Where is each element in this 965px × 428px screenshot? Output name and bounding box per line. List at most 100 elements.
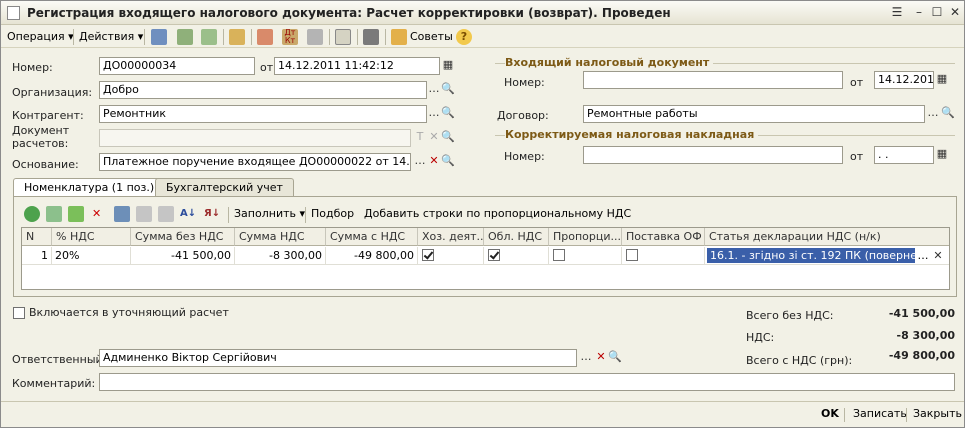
help-icon[interactable]: ?: [456, 29, 472, 45]
cell-proportional[interactable]: [549, 247, 622, 265]
cell-vat-rate[interactable]: 20%: [52, 247, 131, 265]
move-up-icon[interactable]: [136, 206, 152, 222]
col-proportional[interactable]: Пропорци...: [549, 228, 622, 246]
declaration-item-value[interactable]: 16.1. - згідно зі ст. 192 ПК (повернення…: [707, 248, 915, 263]
incoming-date-label: от: [850, 76, 864, 89]
cell-sum-with-vat[interactable]: -49 800,00: [326, 247, 418, 265]
open-organization-icon[interactable]: 🔍: [441, 81, 455, 99]
settlement-doc-label-line1: Документ: [12, 124, 70, 137]
col-vat-taxable[interactable]: Обл. НДС: [484, 228, 549, 246]
contractor-label: Контрагент:: [12, 109, 84, 122]
close-button[interactable]: Закрыть: [913, 407, 962, 420]
included-refinement-checkbox[interactable]: [13, 307, 25, 319]
select-contract-button[interactable]: …: [926, 105, 940, 123]
tips-button[interactable]: Советы: [410, 28, 453, 46]
delete-row-icon[interactable]: ✕: [92, 205, 101, 223]
minimize-icon[interactable]: –: [911, 5, 927, 20]
list-view-icon[interactable]: [363, 29, 379, 45]
col-n[interactable]: N: [22, 228, 52, 246]
add-proportional-button[interactable]: Добавить строки по пропорциональному НДС: [364, 205, 631, 223]
total-no-vat-value: -41 500,00: [888, 307, 955, 320]
col-vat-sum[interactable]: Сумма НДС: [235, 228, 326, 246]
corrected-calendar-icon[interactable]: ▦: [935, 146, 949, 164]
select-responsible-button[interactable]: …: [579, 349, 593, 367]
incoming-number-field[interactable]: [583, 71, 843, 89]
cell-declaration-item[interactable]: 16.1. - згідно зі ст. 192 ПК (повернення…: [705, 247, 949, 265]
cell-vat-sum[interactable]: -8 300,00: [235, 247, 326, 265]
move-down-icon[interactable]: [158, 206, 174, 222]
number-field[interactable]: ДО00000034: [99, 57, 255, 75]
open-contractor-icon[interactable]: 🔍: [441, 105, 455, 123]
tips-icon[interactable]: [391, 29, 407, 45]
proportional-checkbox[interactable]: [553, 249, 565, 261]
copy-row-icon[interactable]: [46, 206, 62, 222]
tab-nomenclature[interactable]: Номенклатура (1 поз.): [13, 178, 166, 197]
print-form-icon[interactable]: [307, 29, 323, 45]
refresh-icon[interactable]: [177, 29, 193, 45]
calendar-icon[interactable]: ▦: [441, 57, 455, 75]
incoming-calendar-icon[interactable]: ▦: [935, 71, 949, 89]
cell-fixed-asset[interactable]: [622, 247, 705, 265]
pick-button[interactable]: Подбор: [311, 205, 354, 223]
close-window-icon[interactable]: ✕: [947, 5, 963, 20]
select-basis-button[interactable]: …: [413, 153, 427, 171]
select-contractor-button[interactable]: …: [427, 105, 441, 123]
document-icon: [7, 6, 20, 20]
vat-taxable-checkbox[interactable]: [488, 249, 500, 261]
maximize-icon[interactable]: ☐: [929, 5, 945, 20]
corrected-number-field[interactable]: [583, 146, 843, 164]
operation-menu[interactable]: Операция ▾: [7, 28, 74, 46]
document-window: Регистрация входящего налогового докумен…: [0, 0, 965, 428]
go-back-icon[interactable]: [151, 29, 167, 45]
col-business[interactable]: Хоз. деят...: [418, 228, 484, 246]
cell-vat-taxable[interactable]: [484, 247, 549, 265]
organization-field[interactable]: Добро: [99, 81, 427, 99]
post-document-icon[interactable]: [229, 29, 245, 45]
save-button[interactable]: Записать: [853, 407, 907, 420]
clear-declaration-icon[interactable]: ✕: [931, 247, 945, 264]
date-field[interactable]: 14.12.2011 11:42:12: [274, 57, 440, 75]
actions-menu[interactable]: Действия ▾: [79, 28, 143, 46]
select-declaration-button[interactable]: …: [916, 247, 930, 264]
edit-row-icon[interactable]: [68, 206, 84, 222]
window-menu-icon[interactable]: ☰: [889, 5, 905, 20]
fill-menu[interactable]: Заполнить ▾: [234, 205, 305, 223]
corrected-date-field[interactable]: . .: [874, 146, 934, 164]
clear-basis-icon[interactable]: ✕: [427, 153, 441, 171]
cell-n[interactable]: 1: [22, 247, 52, 265]
responsible-field[interactable]: Админенко Віктор Сергійович: [99, 349, 577, 367]
col-sum-no-vat[interactable]: Сумма без НДС: [131, 228, 235, 246]
tab-accounting[interactable]: Бухгалтерский учет: [155, 178, 294, 196]
incoming-date-field[interactable]: 14.12.2011: [874, 71, 934, 89]
col-sum-with-vat[interactable]: Сумма с НДС: [326, 228, 418, 246]
filter-toggle-icon[interactable]: [335, 29, 351, 45]
copy-document-icon[interactable]: [201, 29, 217, 45]
business-checkbox[interactable]: [422, 249, 434, 261]
end-edit-icon[interactable]: [114, 206, 130, 222]
sort-asc-icon[interactable]: А↓: [180, 205, 196, 223]
structure-icon[interactable]: [257, 29, 273, 45]
cell-business[interactable]: [418, 247, 484, 265]
toolbar-separator: [385, 29, 386, 45]
ok-button[interactable]: OK: [821, 407, 839, 420]
clear-responsible-icon[interactable]: ✕: [594, 349, 608, 367]
comment-field[interactable]: [99, 373, 955, 391]
contract-field[interactable]: Ремонтные работы: [583, 105, 925, 123]
open-contract-icon[interactable]: 🔍: [941, 105, 955, 123]
journal-entries-icon[interactable]: Дт Кт: [282, 29, 298, 45]
select-organization-button[interactable]: …: [427, 81, 441, 99]
sort-desc-icon[interactable]: Я↓: [204, 205, 220, 223]
contractor-field[interactable]: Ремонтник: [99, 105, 427, 123]
cell-sum-no-vat[interactable]: -41 500,00: [131, 247, 235, 265]
corrected-date-label: от: [850, 150, 864, 163]
basis-field[interactable]: Платежное поручение входящее ДО00000022 …: [99, 153, 411, 171]
included-refinement-label: Включается в уточняющий расчет: [29, 306, 229, 319]
col-declaration-item[interactable]: Статья декларации НДС (н/к): [705, 228, 949, 246]
open-responsible-icon[interactable]: 🔍: [608, 349, 622, 367]
add-row-icon[interactable]: [24, 206, 40, 222]
actions-label: Действия: [79, 30, 135, 43]
col-fixed-asset[interactable]: Поставка ОФ: [622, 228, 705, 246]
col-vat-rate[interactable]: % НДС: [52, 228, 131, 246]
open-basis-icon[interactable]: 🔍: [441, 153, 455, 171]
fixed-asset-checkbox[interactable]: [626, 249, 638, 261]
